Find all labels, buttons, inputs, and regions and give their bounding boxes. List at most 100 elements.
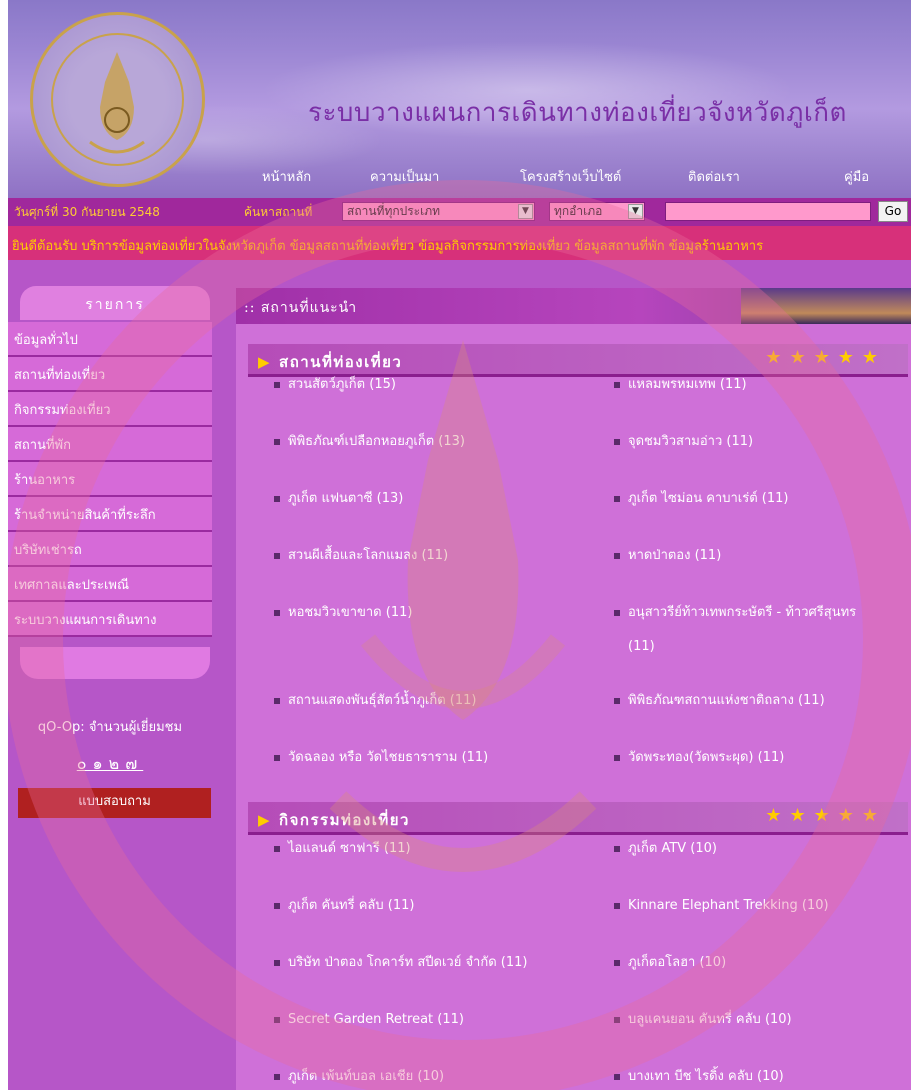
survey-button[interactable]: แบบสอบถาม [18, 788, 211, 818]
category-select[interactable]: สถานที่ทุกประเภท ▼ [342, 202, 535, 221]
bullet-icon [274, 902, 280, 909]
list-item[interactable]: วัดพระทอง(วัดพระผุด) (11) [614, 745, 784, 771]
triangle-right-icon: ▶ [258, 353, 272, 371]
bullet-icon [614, 552, 620, 559]
list-item[interactable]: ภูเก็ตอโลฮา (10) [614, 950, 726, 976]
list-item[interactable]: บลูแคนยอน คันทรี่ คลับ (10) [614, 1007, 792, 1033]
list-item[interactable]: Secret Garden Retreat (11) [274, 1007, 464, 1033]
attractions-title-text: สถานที่ท่องเที่ยว [279, 353, 403, 371]
header-banner: ระบบวางแผนการเดินทางท่องเที่ยวจังหวัดภูเ… [8, 0, 911, 198]
sidebar-item-car-rental[interactable]: บริษัทเช่ารถ [8, 532, 212, 567]
top-navigation: หน้าหลัก ความเป็นมา โครงสร้างเว็บไซต์ ติ… [8, 166, 911, 190]
bullet-icon [274, 381, 280, 388]
sidebar-item-trip-planner[interactable]: ระบบวางแผนการเดินทาง [8, 602, 212, 637]
chevron-down-icon: ▼ [628, 204, 643, 219]
bullet-icon [274, 438, 280, 445]
list-item[interactable]: สวนสัตว์ภูเก็ต (15) [274, 372, 396, 398]
star-rating-icon: ★★★★★ [765, 805, 886, 826]
visitor-counter-label: qO-Op: จำนวนผู้เยี่ยมชม [37, 720, 183, 735]
attractions-section: ▶ สถานที่ท่องเที่ยว ★★★★★ สวนสัตว์ภูเก็ต … [248, 344, 908, 765]
sidebar-item-attractions[interactable]: สถานที่ท่องเที่ยว [8, 357, 212, 392]
list-item[interactable]: พิพิธภัณฑ์เปลือกหอยภูเก็ต (13) [274, 429, 465, 455]
nav-sitemap[interactable]: โครงสร้างเว็บไซต์ [520, 166, 621, 187]
category-select-value: สถานที่ทุกประเภท [347, 204, 441, 218]
bullet-icon [614, 754, 620, 761]
list-item[interactable]: ไอแลนด์ ซาฟารี (11) [274, 836, 411, 862]
sidebar-item-festivals[interactable]: เทศกาลและประเพณี [8, 567, 212, 602]
bullet-icon [274, 845, 280, 852]
triangle-right-icon: ▶ [258, 811, 272, 829]
list-item[interactable]: ภูเก็ต คันทรี่ คลับ (11) [274, 893, 414, 919]
bullet-icon [274, 495, 280, 502]
list-item[interactable]: แหลมพรหมเทพ (11) [614, 372, 747, 398]
list-item[interactable]: สวนผีเสื้อและโลกแมลง (11) [274, 543, 448, 569]
star-rating-icon: ★★★★★ [765, 347, 886, 368]
seal-crest-icon [89, 52, 145, 154]
search-bar: วันศุกร์ที่ 30 กันยายน 2548 ค้นหาสถานที่… [8, 198, 911, 226]
left-sidebar: รายการ ข้อมูลทั่วไป สถานที่ท่องเที่ยว กิ… [8, 282, 212, 1090]
list-item[interactable]: บริษัท ป่าตอง โกคาร์ท สปีดเวย์ จำกัด (11… [274, 950, 528, 976]
list-item[interactable]: วัดฉลอง หรือ วัดไชยธาราราม (11) [274, 745, 488, 771]
list-item[interactable]: บางเทา บีช ไรดิ้ง คลับ (10) [614, 1064, 784, 1090]
attractions-title: ▶ สถานที่ท่องเที่ยว [258, 350, 402, 374]
list-item[interactable]: สถานแสดงพันธุ์สัตว์น้ำภูเก็ต (11) [274, 688, 477, 714]
nav-history[interactable]: ความเป็นมา [370, 166, 439, 187]
list-item[interactable]: หอชมวิวเขาขาด (11) [274, 600, 412, 626]
activities-section-header: ▶ กิจกรรมท่องเที่ยว ★★★★★ [248, 802, 908, 835]
site-title: ระบบวางแผนการเดินทางท่องเที่ยวจังหวัดภูเ… [308, 98, 847, 128]
sidebar-item-general-info[interactable]: ข้อมูลทั่วไป [8, 322, 212, 357]
university-seal-logo[interactable] [30, 12, 205, 187]
go-button[interactable]: Go [878, 201, 908, 222]
page: ระบบวางแผนการเดินทางท่องเที่ยวจังหวัดภูเ… [8, 0, 911, 1090]
nav-home[interactable]: หน้าหลัก [262, 166, 311, 187]
welcome-marquee: ยินดีต้อนรับ บริการข้อมูลท่องเที่ยวในจัง… [8, 226, 911, 260]
list-item[interactable]: จุดชมวิวสามอ่าว (11) [614, 429, 753, 455]
header-scenery-image [741, 288, 911, 324]
search-label: ค้นหาสถานที่ [244, 205, 313, 219]
bullet-icon [614, 697, 620, 704]
bullet-icon [274, 754, 280, 761]
bullet-icon [614, 959, 620, 966]
bullet-icon [614, 438, 620, 445]
bullet-icon [274, 1073, 280, 1080]
sidebar-item-restaurants[interactable]: ร้านอาหาร [8, 462, 212, 497]
menu-header: รายการ [20, 286, 210, 320]
sidebar-item-accommodation[interactable]: สถานที่พัก [8, 427, 212, 462]
list-item[interactable]: หาดป่าตอง (11) [614, 543, 721, 569]
list-item-continued: (11) [628, 639, 655, 654]
bullet-icon [614, 495, 620, 502]
bullet-icon [274, 697, 280, 704]
bullet-icon [614, 902, 620, 909]
bullet-icon [614, 845, 620, 852]
bullet-icon [274, 552, 280, 559]
main-header-title: :: สถานที่แนะนำ [244, 300, 358, 316]
list-item[interactable]: อนุสาวรีย์ท้าวเทพกระษัตรี - ท้าวศรีสุนทร [614, 600, 904, 626]
menu-title: รายการ [85, 297, 145, 313]
menu-footer-decoration [20, 647, 210, 679]
bullet-icon [614, 609, 620, 616]
list-item[interactable]: พิพิธภัณฑสถานแห่งชาติถลาง (11) [614, 688, 825, 714]
sidebar-item-souvenir-shops[interactable]: ร้านจำหน่ายสินค้าที่ระลึก [8, 497, 212, 532]
marquee-text: ยินดีต้อนรับ บริการข้อมูลท่องเที่ยวในจัง… [12, 239, 764, 254]
bullet-icon [614, 381, 620, 388]
main-header: :: สถานที่แนะนำ [236, 288, 911, 324]
nav-manual[interactable]: คู่มือ [844, 166, 869, 187]
list-item[interactable]: Kinnare Elephant Trekking (10) [614, 893, 829, 919]
search-input[interactable] [665, 202, 871, 221]
sidebar-item-activities[interactable]: กิจกรรมท่องเที่ยว [8, 392, 212, 427]
list-item[interactable]: ภูเก็ต ATV (10) [614, 836, 717, 862]
list-item[interactable]: ภูเก็ต ไซม่อน คาบาเร่ต์ (11) [614, 486, 788, 512]
district-select[interactable]: ทุกอำเภอ ▼ [549, 202, 645, 221]
bullet-icon [614, 1073, 620, 1080]
list-item[interactable]: ภูเก็ต แฟนตาซี (13) [274, 486, 403, 512]
activities-title-text: กิจกรรมท่องเที่ยว [279, 811, 410, 829]
bullet-icon [274, 609, 280, 616]
sidebar-menu: ข้อมูลทั่วไป สถานที่ท่องเที่ยว กิจกรรมท่… [8, 322, 212, 637]
list-item[interactable]: ภูเก็ต เพ้นท์บอล เอเชีย (10) [274, 1064, 444, 1090]
activities-section: ▶ กิจกรรมท่องเที่ยว ★★★★★ ไอแลนด์ ซาฟารี … [248, 802, 908, 1090]
visitor-counter-value: ๐๑๒๗ [76, 754, 144, 773]
bullet-icon [274, 1016, 280, 1023]
chevron-down-icon: ▼ [518, 204, 533, 219]
main-content: :: สถานที่แนะนำ ▶ สถานที่ท่องเที่ยว ★★★★★… [236, 288, 911, 1090]
nav-contact[interactable]: ติดต่อเรา [688, 166, 740, 187]
